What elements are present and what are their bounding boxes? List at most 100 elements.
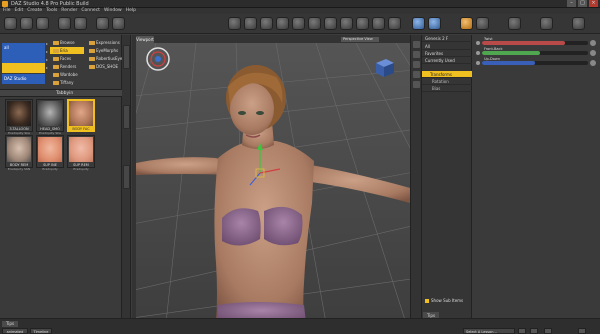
layout-icon[interactable] (540, 17, 553, 30)
param-fill (482, 41, 565, 45)
folder-renders[interactable]: Renders (50, 63, 84, 70)
thumbnail-item[interactable]: BODY REM Eradiquity SKN (5, 135, 33, 171)
redo-icon[interactable] (74, 17, 87, 30)
show-sub-items-checkbox[interactable]: Show Sub Items (425, 298, 463, 303)
folder-browse[interactable]: Browse (50, 39, 84, 46)
param-dot-icon (476, 61, 480, 65)
node-select-icon[interactable] (112, 17, 125, 30)
folder-expressions[interactable]: Expressions (86, 39, 121, 46)
side-tab[interactable] (123, 165, 130, 189)
thumbnail-item[interactable]: SUP INE Eradiquity (36, 135, 64, 171)
rotate-icon[interactable] (260, 17, 273, 30)
tree-item-all[interactable]: All (422, 43, 472, 50)
library-row-3[interactable] (2, 63, 45, 73)
param-fill (482, 61, 535, 65)
side-tab[interactable] (123, 105, 130, 129)
folder-faces[interactable]: Faces (50, 55, 84, 62)
spot-render-icon[interactable] (340, 17, 353, 30)
checkbox-icon[interactable] (425, 299, 429, 303)
render-settings-icon[interactable] (412, 17, 425, 30)
lesson-close-icon[interactable] (578, 328, 586, 334)
side-tab[interactable] (123, 45, 130, 69)
library-row-all[interactable]: all (2, 43, 45, 53)
pane-toggle-icon[interactable] (413, 71, 420, 78)
scene-tool-icon[interactable] (96, 17, 109, 30)
translate-icon[interactable] (244, 17, 257, 30)
param-front-back[interactable]: Front-Back (474, 47, 598, 56)
open-file-icon[interactable] (20, 17, 33, 30)
expand-arrow-icon[interactable]: ▸ (46, 49, 48, 54)
param-knob-icon[interactable] (590, 50, 596, 56)
pose-tool-icon[interactable] (508, 17, 521, 30)
param-slider[interactable] (482, 61, 588, 65)
folder-eria[interactable]: Eria (50, 47, 84, 54)
view-selector[interactable]: Perspective View (341, 37, 379, 42)
param-slider[interactable] (482, 51, 588, 55)
pane-toggle-icon[interactable] (413, 81, 420, 88)
library-row-daz[interactable]: DAZ Studio (2, 74, 45, 84)
folder-tiffany[interactable]: Tiffany (50, 79, 84, 86)
library-row-2[interactable] (2, 53, 45, 63)
lesson-play-icon[interactable] (544, 328, 552, 334)
settings-gear-icon[interactable] (572, 17, 585, 30)
folder-eyemorphs[interactable]: EyeMorphs (86, 47, 121, 54)
thumbnail-item[interactable]: 3-TALLOON Eradiquity Ska (5, 99, 33, 135)
param-knob-icon[interactable] (590, 40, 596, 46)
expand-arrow-icon[interactable]: ▸ (46, 57, 48, 62)
param-twist[interactable]: Twist (474, 37, 598, 46)
node-weight-icon[interactable] (356, 17, 369, 30)
thumbnail-item[interactable]: SUP REM Eradiquity (67, 135, 95, 171)
tree-item-transforms[interactable]: Transforms (422, 71, 472, 78)
tab-timeline[interactable]: Timeline (30, 328, 52, 334)
universal-tool-icon[interactable] (228, 17, 241, 30)
folder-wardobe[interactable]: Wardobe (50, 71, 84, 78)
maximize-icon[interactable]: □ (578, 0, 587, 7)
expand-arrow-icon[interactable]: ▸ (46, 41, 48, 46)
smart-content-icon[interactable] (476, 17, 489, 30)
content-library-icon[interactable] (460, 17, 473, 30)
viewport-scene[interactable] (136, 43, 410, 323)
param-knob-icon[interactable] (590, 60, 596, 66)
param-slider[interactable] (482, 41, 588, 45)
render-icon[interactable] (428, 17, 441, 30)
lesson-prev-icon[interactable] (518, 328, 526, 334)
tree-item-bias[interactable]: Bias (422, 85, 472, 92)
geometry-editor-icon[interactable] (324, 17, 337, 30)
thumbnail-image (7, 137, 31, 162)
tab-viewport[interactable]: Viewport (136, 36, 154, 43)
param-fill (482, 51, 541, 55)
pane-toggle-icon[interactable] (413, 61, 420, 68)
scale-icon[interactable] (276, 17, 289, 30)
joint-editor-icon[interactable] (292, 17, 305, 30)
title-bar: DAZ Studio 4.8 Pro Public Build – □ × (0, 0, 600, 8)
expand-arrow-icon[interactable]: ▸ (46, 65, 48, 70)
lesson-selector[interactable]: Select A Lesson... (463, 328, 515, 334)
tree-item-rotation[interactable]: Rotation (422, 78, 472, 85)
folder-dos-shoe[interactable]: DOS_SHOE (86, 63, 121, 70)
undo-icon[interactable] (58, 17, 71, 30)
param-up-down[interactable]: Up-Down (474, 57, 598, 66)
close-icon[interactable]: × (589, 0, 598, 7)
region-navigator-icon[interactable] (372, 17, 385, 30)
tree-item-favorites[interactable]: Favorites (422, 50, 472, 57)
thumbnail-item-selected[interactable]: BODY FAC Eradiquity Ska (67, 99, 95, 135)
content-library-panel: all DAZ Studio ▸ ▸ ▸ ▸ Browse Eria Faces… (0, 35, 122, 323)
show-sub-items-label: Show Sub Items (431, 298, 464, 303)
active-pose-icon[interactable] (388, 17, 401, 30)
3d-viewport[interactable] (136, 43, 410, 323)
tree-item-currently-used[interactable]: Currently Used (422, 57, 472, 64)
tab-animated[interactable]: animated (2, 328, 28, 334)
tips-tab-left[interactable]: Tips (2, 321, 18, 327)
thumbnail-image (69, 137, 93, 162)
thumbnail-item[interactable]: HEAD_SMO Eradiquity Ska (36, 99, 64, 135)
surface-selection-icon[interactable] (308, 17, 321, 30)
window-controls: – □ × (567, 0, 598, 7)
tree-header[interactable]: Genesis 2 F (422, 35, 472, 42)
save-icon[interactable] (36, 17, 49, 30)
new-scene-icon[interactable] (4, 17, 17, 30)
minimize-icon[interactable]: – (567, 0, 576, 7)
pane-toggle-icon[interactable] (413, 41, 420, 48)
folder-robertiuseye[interactable]: RobertiusEye (86, 55, 122, 62)
pane-toggle-icon[interactable] (413, 51, 420, 58)
lesson-next-icon[interactable] (530, 328, 538, 334)
